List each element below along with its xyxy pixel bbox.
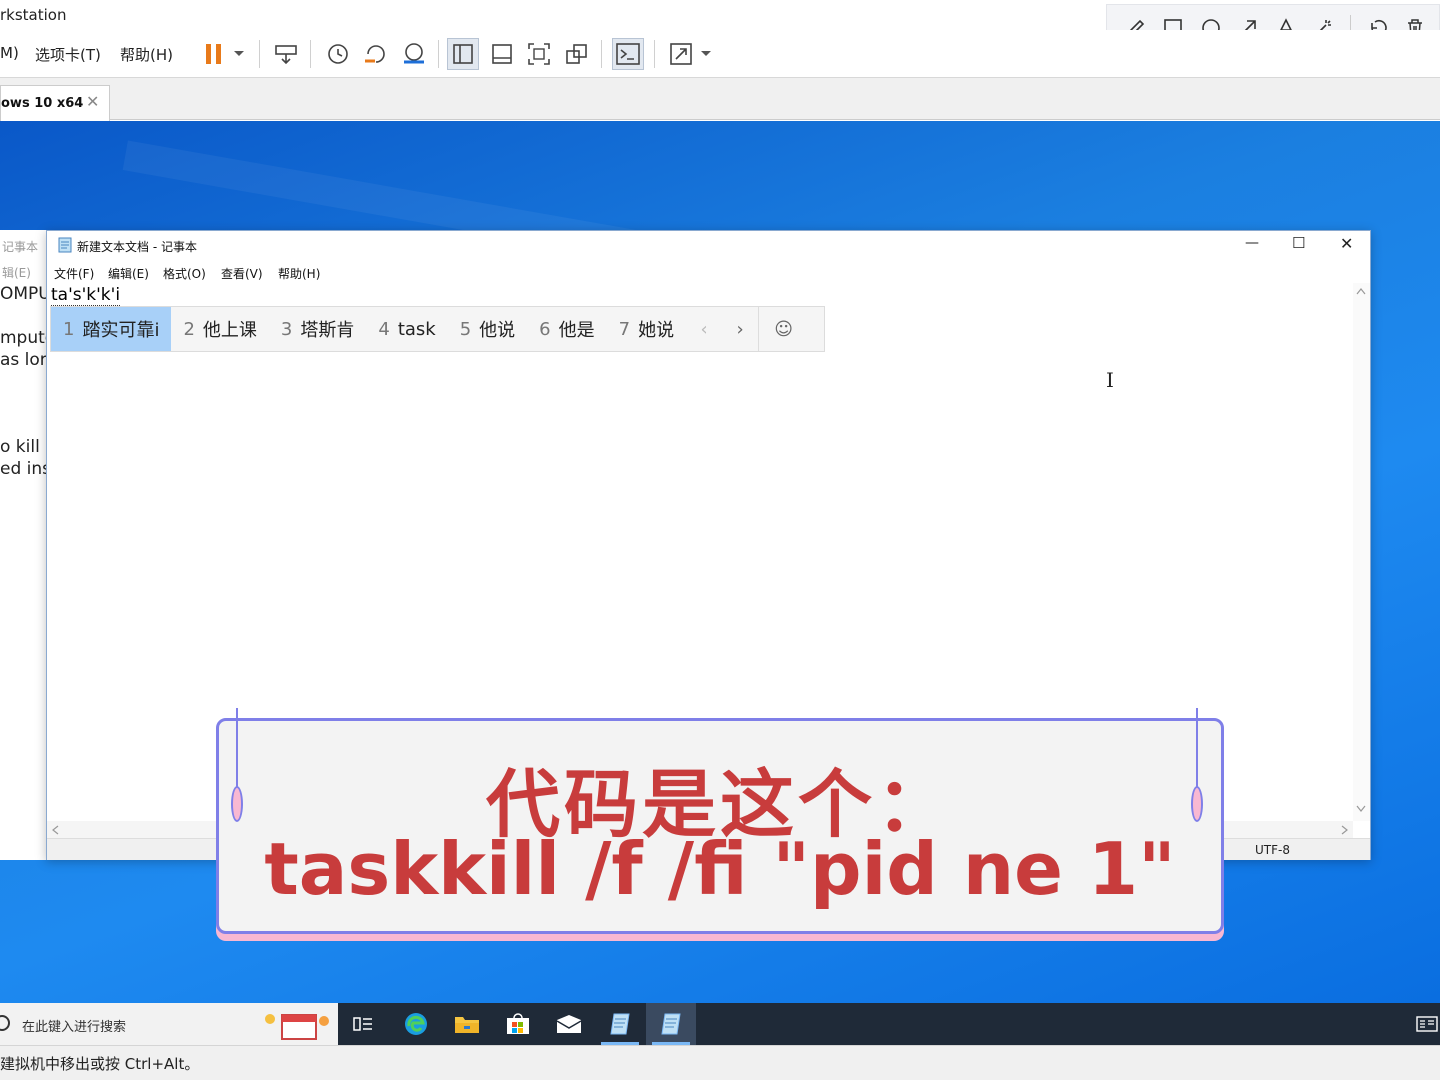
ime-candidate-bar: 1 踏实可靠i 2 他上课 3 塔斯肯 4 task 5 他说 6 他是 7 她说 ‹ › ☺ bbox=[50, 306, 825, 352]
menu-tabs[interactable]: 选项卡(T) bbox=[35, 44, 101, 65]
candidate-number: 4 bbox=[378, 318, 390, 340]
menu-edit[interactable]: 编辑(E) bbox=[108, 265, 149, 282]
ime-candidate-5[interactable]: 5 他说 bbox=[448, 307, 527, 351]
host-window-title: rkstation bbox=[0, 6, 67, 24]
status-message: 建拟机中移出或按 Ctrl+Alt。 bbox=[0, 1055, 200, 1073]
banner-string bbox=[236, 708, 238, 788]
menu-file[interactable]: 文件(F) bbox=[54, 265, 94, 282]
toolbar-divider bbox=[601, 40, 602, 68]
composition-text: ta's'k'k'i bbox=[51, 285, 121, 306]
ime-candidate-6[interactable]: 6 他是 bbox=[527, 307, 606, 351]
ime-candidate-2[interactable]: 2 他上课 bbox=[171, 307, 268, 351]
file-explorer-icon[interactable] bbox=[442, 1003, 492, 1045]
ime-candidate-3[interactable]: 3 塔斯肯 bbox=[269, 307, 366, 351]
toolbar-divider bbox=[438, 40, 439, 68]
vm-tab-label: ows 10 x64 bbox=[1, 96, 84, 111]
vertical-scrollbar[interactable] bbox=[1353, 283, 1370, 821]
banner-charm bbox=[231, 786, 243, 822]
library-view-icon[interactable] bbox=[447, 38, 479, 70]
candidate-text: 他是 bbox=[558, 320, 595, 341]
candidate-number: 3 bbox=[280, 318, 293, 340]
fullscreen-icon[interactable] bbox=[523, 38, 555, 70]
caption-line-2: taskkill /f /fi "pid ne 1" bbox=[264, 827, 1176, 911]
close-icon[interactable]: ✕ bbox=[86, 92, 99, 111]
revert-snapshot-icon[interactable] bbox=[360, 38, 392, 70]
menu-format[interactable]: 格式(O) bbox=[163, 265, 206, 282]
banner-string bbox=[1196, 708, 1198, 788]
search-icon bbox=[0, 1015, 10, 1031]
background-notepad-window[interactable]: 记事本 辑(E) OMPU mpute as lor o kill M ed i… bbox=[0, 230, 60, 860]
menu-edit: 辑(E) bbox=[2, 266, 31, 280]
close-button[interactable]: ✕ bbox=[1340, 234, 1353, 253]
emoji-icon[interactable]: ☺ bbox=[758, 307, 808, 351]
chevron-down-icon[interactable] bbox=[694, 38, 718, 70]
vm-tab-bar bbox=[0, 78, 1440, 120]
mail-icon[interactable] bbox=[544, 1003, 594, 1045]
search-placeholder: 在此键入进行搜索 bbox=[22, 1020, 127, 1035]
candidate-number: 7 bbox=[618, 318, 631, 340]
maximize-button[interactable]: ☐ bbox=[1292, 234, 1305, 252]
text-line: as lor bbox=[0, 350, 47, 370]
store-icon[interactable] bbox=[493, 1003, 543, 1045]
window-title: 新建文本文档 - 记事本 bbox=[77, 240, 197, 254]
calendar-icon bbox=[262, 1009, 332, 1041]
ime-candidate-4[interactable]: 4 task bbox=[366, 307, 447, 351]
minimize-button[interactable]: — bbox=[1245, 235, 1259, 251]
menu-help[interactable]: 帮助(H) bbox=[120, 44, 173, 65]
toolbar-divider bbox=[259, 40, 260, 68]
ime-prev-page-button[interactable]: ‹ bbox=[686, 307, 722, 351]
candidate-number: 5 bbox=[459, 318, 472, 340]
notepad-icon bbox=[57, 237, 73, 253]
snapshot-icon[interactable] bbox=[322, 38, 354, 70]
caption-box: 代码是这个： taskkill /f /fi "pid ne 1" bbox=[216, 718, 1224, 934]
toolbar-divider bbox=[310, 40, 311, 68]
guest-taskbar: 在此键入进行搜索 bbox=[0, 1003, 1440, 1045]
encoding-label: UTF-8 bbox=[1255, 843, 1290, 857]
edge-icon[interactable] bbox=[391, 1003, 441, 1045]
window-title: 记事本 bbox=[2, 240, 39, 254]
unity-icon[interactable] bbox=[561, 38, 593, 70]
notepad-icon[interactable] bbox=[646, 1003, 696, 1045]
candidate-number: 2 bbox=[183, 318, 195, 340]
text-line: OMPU bbox=[0, 284, 51, 304]
ime-candidate-7[interactable]: 7 她说 bbox=[607, 307, 686, 351]
toolbar-divider bbox=[654, 40, 655, 68]
notepad-menu-bar: 文件(F) 编辑(E) 格式(O) 查看(V) 帮助(H) bbox=[47, 261, 1370, 283]
notepad-icon[interactable] bbox=[595, 1003, 645, 1045]
task-view-icon[interactable] bbox=[338, 1003, 388, 1045]
candidate-text: 他说 bbox=[479, 320, 516, 341]
notepad-title-bar[interactable]: 新建文本文档 - 记事本 — ☐ ✕ bbox=[47, 231, 1370, 261]
banner-charm bbox=[1191, 786, 1203, 822]
send-keys-icon[interactable] bbox=[270, 38, 302, 70]
candidate-text: 踏实可靠i bbox=[82, 320, 160, 341]
input-indicator-icon[interactable] bbox=[1416, 1015, 1438, 1033]
menu-vm[interactable]: M) bbox=[0, 44, 19, 62]
menu-help[interactable]: 帮助(H) bbox=[278, 265, 320, 282]
stretch-icon[interactable] bbox=[665, 38, 697, 70]
chevron-down-icon[interactable] bbox=[226, 38, 252, 70]
host-status-bar: 建拟机中移出或按 Ctrl+Alt。 bbox=[0, 1045, 1440, 1080]
candidate-text: 她说 bbox=[638, 320, 675, 341]
candidate-number: 1 bbox=[63, 318, 75, 340]
candidate-text: task bbox=[397, 318, 436, 340]
ime-candidate-1[interactable]: 1 踏实可靠i bbox=[51, 307, 172, 351]
taskbar-search-box[interactable]: 在此键入进行搜索 bbox=[0, 1003, 338, 1045]
console-icon[interactable] bbox=[612, 38, 644, 70]
candidate-text: 他上课 bbox=[202, 320, 257, 341]
thumbnail-view-icon[interactable] bbox=[486, 38, 518, 70]
menu-view[interactable]: 查看(V) bbox=[221, 265, 263, 282]
snapshot-manager-icon[interactable] bbox=[398, 38, 430, 70]
ime-next-page-button[interactable]: › bbox=[722, 307, 758, 351]
caption-banner: 代码是这个： taskkill /f /fi "pid ne 1" bbox=[216, 708, 1224, 942]
candidate-number: 6 bbox=[539, 318, 551, 340]
candidate-text: 塔斯肯 bbox=[300, 320, 355, 341]
ibeam-cursor-icon: I bbox=[1106, 368, 1114, 392]
